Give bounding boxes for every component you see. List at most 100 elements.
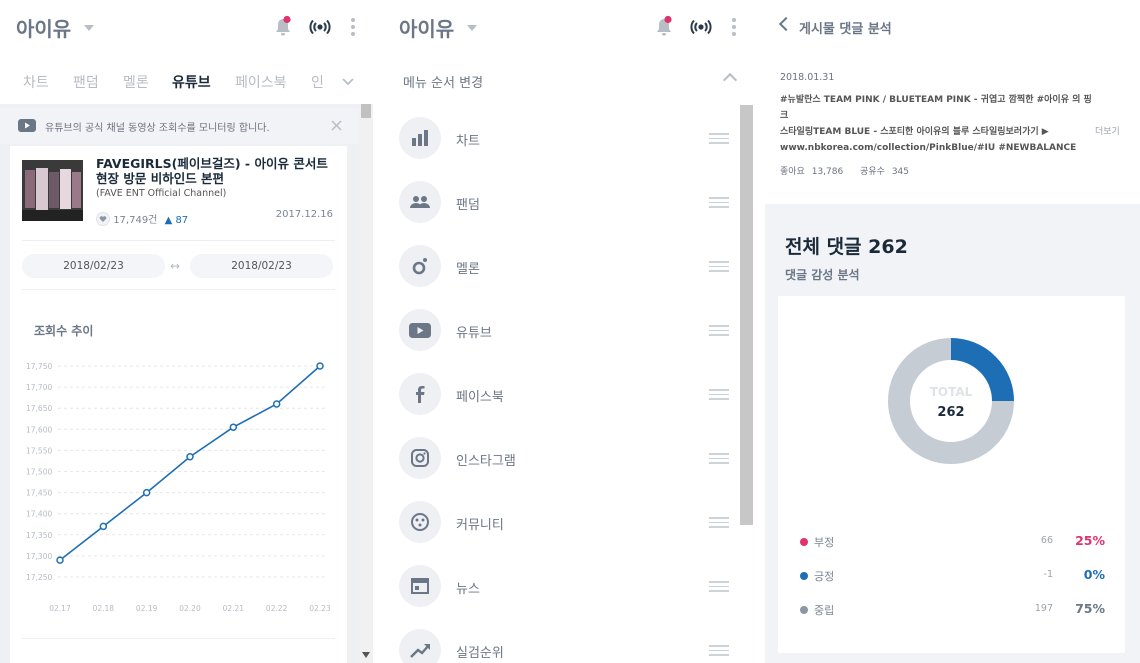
sentiment-donut-chart: TOTAL 262 bbox=[888, 338, 1014, 464]
data-point[interactable] bbox=[99, 522, 108, 531]
y-tick-label: 17,450 bbox=[26, 489, 52, 498]
drag-handle-icon[interactable] bbox=[709, 645, 729, 656]
post-text-line: 스타일링TEAM BLUE - 스포티한 아이유의 블루 스타일링보러가기 ▶ bbox=[780, 127, 1049, 137]
tab-chart[interactable]: 차트 bbox=[23, 72, 49, 92]
shares-label: 공유수 bbox=[860, 167, 885, 177]
icon-circle bbox=[399, 501, 441, 543]
x-tick-label: 02.21 bbox=[223, 604, 245, 613]
chevron-down-icon[interactable] bbox=[341, 77, 355, 87]
data-point[interactable] bbox=[316, 362, 324, 370]
menu-item-label: 멜론 bbox=[456, 262, 480, 277]
artist-title[interactable]: 아이유 bbox=[399, 13, 454, 42]
sentiment-name: 중립 bbox=[814, 604, 835, 617]
data-point[interactable] bbox=[272, 400, 281, 408]
menu-item-fandom[interactable]: 팬덤 bbox=[383, 170, 739, 234]
icon-circle bbox=[399, 181, 441, 223]
drag-handle-icon[interactable] bbox=[709, 517, 729, 528]
donut-value: 262 bbox=[937, 405, 964, 420]
start-date-picker[interactable]: 2018/02/23 bbox=[22, 254, 165, 278]
bar-chart-icon bbox=[412, 130, 428, 146]
scrollbar[interactable] bbox=[739, 105, 755, 663]
drag-handle-icon[interactable] bbox=[709, 261, 729, 272]
sentiment-negative: 부정 66 25% bbox=[800, 533, 1105, 553]
post-text: #뉴발란스 TEAM PINK / BLUETEAM PINK - 귀엽고 깜찍… bbox=[780, 92, 1100, 156]
more-vertical-icon[interactable] bbox=[340, 14, 366, 40]
sentiment-title: 댓글 감성 분석 bbox=[785, 268, 860, 282]
menu-item-chart[interactable]: 차트 bbox=[383, 106, 739, 170]
data-point[interactable] bbox=[229, 423, 238, 431]
tab-melon[interactable]: 멜론 bbox=[123, 72, 149, 92]
menu-item-instagram[interactable]: 인스타그램 bbox=[383, 426, 739, 490]
menu-item-label: 팬덤 bbox=[456, 198, 480, 213]
post-date: 2018.01.31 bbox=[780, 72, 835, 83]
drag-handle-icon[interactable] bbox=[709, 453, 729, 464]
tab-facebook[interactable]: 페이스북 bbox=[235, 72, 287, 92]
chevron-down-icon[interactable] bbox=[84, 25, 94, 31]
drag-handle-icon[interactable] bbox=[709, 133, 729, 144]
menu-item-trending[interactable]: 실검순위 bbox=[383, 618, 739, 663]
broadcast-icon[interactable] bbox=[307, 14, 333, 40]
post-stats: 좋아요 13,786 공유수 345 bbox=[780, 164, 909, 177]
sentiment-percent: 25% bbox=[1075, 533, 1105, 548]
menu-order-screen: 아이유 메뉴 순서 변경 차트 팬덤 멜론 유튜브 페이스북 인스타그램 커뮤니… bbox=[383, 0, 755, 663]
scrollbar-thumb[interactable] bbox=[740, 105, 753, 525]
heart-icon bbox=[96, 212, 110, 226]
back-arrow-icon[interactable] bbox=[778, 16, 794, 32]
page-title: 게시물 댓글 분석 bbox=[799, 22, 892, 37]
artist-title[interactable]: 아이유 bbox=[16, 13, 71, 42]
divider bbox=[22, 240, 335, 241]
drag-handle-icon[interactable] bbox=[709, 581, 729, 592]
icon-circle bbox=[399, 309, 441, 351]
data-point[interactable] bbox=[56, 556, 64, 564]
drag-handle-icon[interactable] bbox=[709, 197, 729, 208]
menu-item-melon[interactable]: 멜론 bbox=[383, 234, 739, 298]
sentiment-count: 66 bbox=[1040, 535, 1053, 546]
menu-item-youtube[interactable]: 유튜브 bbox=[383, 298, 739, 362]
broadcast-icon[interactable] bbox=[688, 14, 714, 40]
scroll-down-arrow-icon[interactable] bbox=[362, 652, 370, 658]
community-icon bbox=[411, 513, 429, 531]
data-point[interactable] bbox=[142, 488, 151, 497]
end-date-picker[interactable]: 2018/02/23 bbox=[190, 254, 333, 278]
chevron-up-icon[interactable] bbox=[722, 72, 738, 88]
chart-title: 조회수 추이 bbox=[34, 324, 94, 338]
drag-handle-icon[interactable] bbox=[709, 325, 729, 336]
icon-circle bbox=[399, 245, 441, 287]
menu-item-facebook[interactable]: 페이스북 bbox=[383, 362, 739, 426]
y-tick-label: 17,600 bbox=[26, 425, 52, 434]
y-tick-label: 17,750 bbox=[26, 362, 52, 371]
menu-item-community[interactable]: 커뮤니티 bbox=[383, 490, 739, 554]
video-thumbnail[interactable] bbox=[22, 160, 83, 221]
category-tabs: 차트 팬덤 멜론 유튜브 페이스북 인 bbox=[0, 60, 373, 102]
people-icon bbox=[410, 196, 430, 208]
tab-fandom[interactable]: 팬덤 bbox=[73, 72, 99, 92]
menu-order-title: 메뉴 순서 변경 bbox=[403, 76, 484, 91]
total-comments: 전체 댓글 262 bbox=[785, 236, 908, 258]
y-tick-label: 17,250 bbox=[26, 573, 52, 582]
y-tick-label: 17,400 bbox=[26, 510, 52, 519]
chevron-down-icon[interactable] bbox=[467, 25, 477, 31]
bell-icon[interactable] bbox=[270, 14, 296, 40]
youtube-icon bbox=[409, 323, 431, 338]
menu-item-label: 실검순위 bbox=[456, 646, 504, 661]
more-vertical-icon[interactable] bbox=[721, 14, 747, 40]
sentiment-name: 긍정 bbox=[814, 570, 835, 583]
x-tick-label: 02.22 bbox=[266, 604, 288, 613]
news-icon bbox=[411, 578, 429, 594]
menu-item-news[interactable]: 뉴스 bbox=[383, 554, 739, 618]
drag-handle-icon[interactable] bbox=[709, 389, 729, 400]
tab-youtube[interactable]: 유튜브 bbox=[172, 72, 211, 92]
video-title[interactable]: FAVEGIRLS(페이브걸즈) - 아이유 콘서트 현장 방문 비하인드 본편 bbox=[96, 156, 336, 186]
legend-dot bbox=[800, 538, 808, 546]
range-arrow: ↔ bbox=[170, 259, 181, 273]
tab-instagram[interactable]: 인 bbox=[311, 72, 324, 92]
more-link[interactable]: 더보기 bbox=[1095, 124, 1120, 137]
scrollbar[interactable] bbox=[359, 104, 373, 663]
menu-order-header[interactable]: 메뉴 순서 변경 bbox=[383, 55, 755, 105]
bell-icon[interactable] bbox=[651, 14, 677, 40]
data-point[interactable] bbox=[186, 452, 194, 461]
close-icon[interactable] bbox=[331, 120, 342, 131]
scrollbar-thumb[interactable] bbox=[361, 104, 371, 118]
icon-circle bbox=[399, 565, 441, 607]
trend-icon bbox=[410, 644, 430, 658]
